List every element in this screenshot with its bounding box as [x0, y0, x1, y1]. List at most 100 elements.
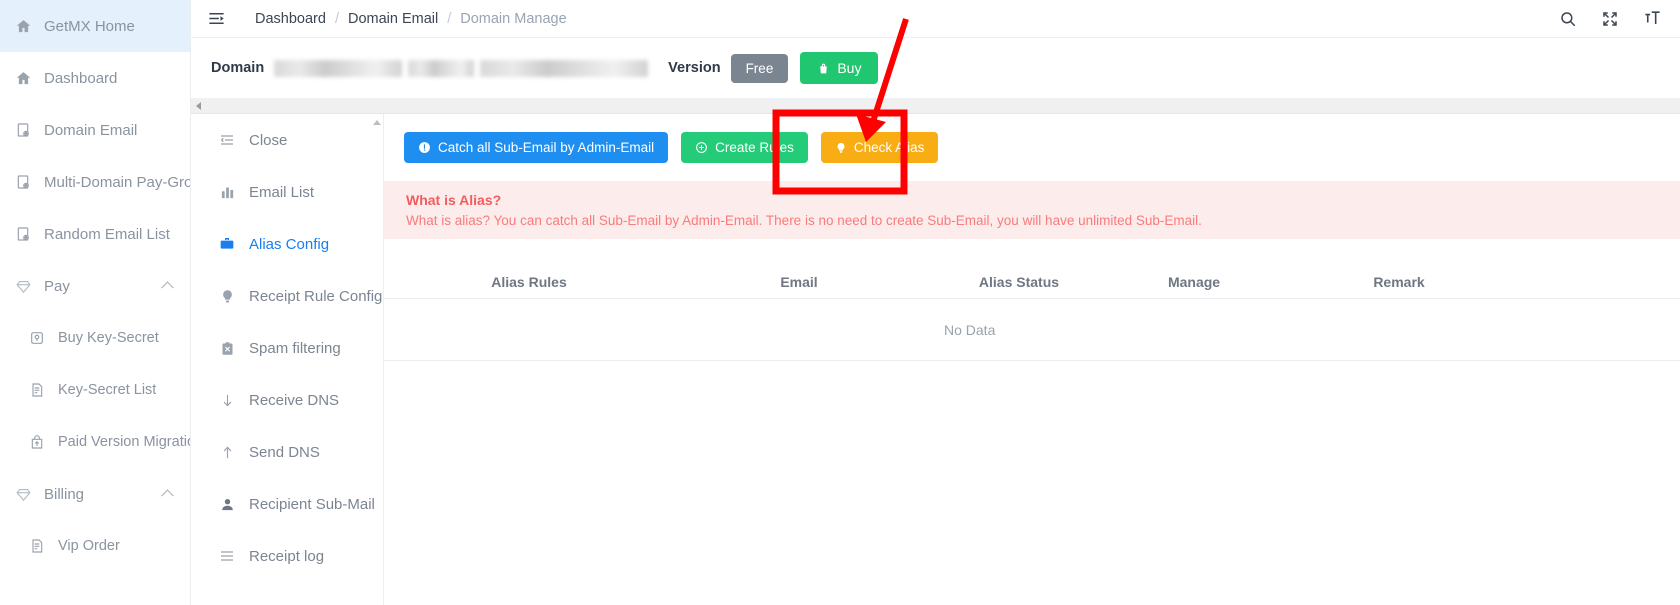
menu-item-label: Close: [249, 131, 288, 149]
alias-table: Alias Rules Email Alias Status Manage Re…: [384, 265, 1680, 361]
menu-item-label: Alias Config: [249, 235, 330, 253]
close-list-icon: [217, 132, 237, 148]
menu-item-label: Receive DNS: [249, 391, 340, 409]
menu-item-recipient-sub-mail[interactable]: Recipient Sub-Mail: [191, 478, 383, 530]
catch-all-sub-email-label: Catch all Sub-Email by Admin-Email: [438, 140, 655, 155]
key-box-icon: [26, 327, 48, 349]
list-lines-icon: [217, 548, 237, 564]
sidebar-item-vip-order[interactable]: Vip Order: [0, 520, 190, 572]
sidebar-item-label: Random Email List: [44, 225, 170, 243]
column-header-email: Email: [780, 273, 818, 290]
catch-all-sub-email-button[interactable]: Catch all Sub-Email by Admin-Email: [404, 132, 669, 163]
column-header-alias-status: Alias Status: [978, 273, 1060, 290]
home-icon: [12, 15, 34, 37]
exclamation-circle-icon: [418, 141, 431, 154]
diamond-icon: [12, 275, 34, 297]
sidebar-item-label: Pay: [44, 277, 70, 295]
secondary-menu-scrollbar[interactable]: [373, 120, 381, 605]
sidebar-item-label: Key-Secret List: [58, 382, 157, 398]
sidebar-group-pay[interactable]: Pay: [0, 260, 190, 312]
primary-sidebar: GetMX Home Dashboard Domain Email Multi-…: [0, 0, 191, 605]
create-rules-button[interactable]: Create Rules: [681, 132, 808, 163]
menu-item-label: Spam filtering: [249, 339, 341, 357]
hamburger-collapse-icon[interactable]: [205, 8, 227, 30]
right-pane: Dashboard / Domain Email / Domain Manage: [191, 0, 1680, 605]
domain-value-redacted: [480, 59, 649, 77]
column-header-alias-rules: Alias Rules: [491, 273, 567, 290]
font-size-icon[interactable]: [1642, 9, 1662, 29]
sidebar-item-label: GetMX Home: [44, 17, 135, 35]
menu-item-email-list[interactable]: Email List: [191, 166, 383, 218]
menu-item-spam-filtering[interactable]: Spam filtering: [191, 322, 383, 374]
collapse-left-icon[interactable]: [196, 102, 201, 110]
chevron-up-icon: [161, 489, 174, 503]
domain-value-redacted: [274, 59, 403, 77]
breadcrumb-separator: /: [447, 10, 452, 27]
sidebar-item-label: Multi-Domain Pay-Group: [44, 173, 190, 191]
menu-item-receipt-log[interactable]: Receipt log: [191, 530, 383, 582]
diamond-icon: [12, 483, 34, 505]
menu-item-send-dns[interactable]: Send DNS: [191, 426, 383, 478]
menu-item-label: Recipient Sub-Mail: [249, 495, 375, 513]
domain-value-redacted: [408, 59, 475, 77]
domain-label: Domain: [211, 60, 265, 76]
chevron-up-icon: [161, 281, 174, 295]
user-icon: [217, 497, 237, 512]
sidebar-item-label: Dashboard: [44, 69, 118, 87]
home-icon: [12, 67, 34, 89]
create-rules-label: Create Rules: [715, 140, 794, 155]
sidebar-item-label: Buy Key-Secret: [58, 330, 159, 346]
sidebar-item-multi-domain-pay-group[interactable]: Multi-Domain Pay-Group: [0, 156, 190, 208]
bulb-icon: [835, 142, 847, 154]
sidebar-item-domain-email[interactable]: Domain Email: [0, 104, 190, 156]
check-alias-button[interactable]: Check Alias: [820, 132, 939, 163]
upload-bag-icon: [26, 431, 48, 453]
sidebar-item-buy-key-secret[interactable]: Buy Key-Secret: [0, 312, 190, 364]
check-alias-label: Check Alias: [853, 140, 925, 155]
domain-info-bar: Domain Version Free Buy: [191, 38, 1680, 99]
fullscreen-icon[interactable]: [1600, 9, 1620, 29]
menu-item-close[interactable]: Close: [191, 114, 383, 166]
menu-item-alias-config[interactable]: Alias Config: [191, 218, 383, 270]
list-doc-icon: [26, 535, 48, 557]
alias-info-alert: What is Alias? What is alias? You can ca…: [384, 181, 1680, 239]
globe-doc-icon: [12, 223, 34, 245]
free-version-badge: Free: [730, 53, 789, 83]
sidebar-item-key-secret-list[interactable]: Key-Secret List: [0, 364, 190, 416]
breadcrumb: Dashboard / Domain Email / Domain Manage: [255, 11, 567, 27]
globe-doc-icon: [12, 171, 34, 193]
secondary-menu: Close Email List Alias Config Receipt Ru…: [191, 114, 384, 605]
buy-button[interactable]: Buy: [800, 52, 879, 84]
menu-item-label: Receipt Rule Config: [249, 287, 383, 305]
breadcrumb-item-domain-email[interactable]: Domain Email: [348, 11, 438, 27]
briefcase-icon: [217, 236, 237, 252]
bar-chart-icon: [217, 185, 237, 200]
alert-title: What is Alias?: [406, 192, 502, 208]
sidebar-item-label: Billing: [44, 485, 85, 503]
sidebar-item-paid-version-migration[interactable]: Paid Version Migration: [0, 416, 190, 468]
table-empty-state: No Data: [384, 299, 1680, 361]
sidebar-item-dashboard[interactable]: Dashboard: [0, 52, 190, 104]
menu-item-label: Send DNS: [249, 443, 320, 461]
panel-collapse-strip[interactable]: [191, 99, 1680, 114]
list-doc-icon: [26, 379, 48, 401]
shopping-bag-icon: [817, 62, 830, 75]
top-header: Dashboard / Domain Email / Domain Manage: [191, 0, 1680, 38]
bulb-icon: [217, 289, 237, 304]
breadcrumb-item-dashboard[interactable]: Dashboard: [255, 11, 326, 27]
menu-item-receipt-rule-config[interactable]: Receipt Rule Config: [191, 270, 383, 322]
menu-item-receive-dns[interactable]: Receive DNS: [191, 374, 383, 426]
table-header-row: Alias Rules Email Alias Status Manage Re…: [384, 265, 1680, 299]
sidebar-item-getmx-home[interactable]: GetMX Home: [0, 0, 190, 52]
plus-circle-icon: [695, 141, 708, 154]
menu-item-label: Receipt log: [249, 547, 325, 565]
app-root: GetMX Home Dashboard Domain Email Multi-…: [0, 0, 1680, 605]
globe-doc-icon: [12, 119, 34, 141]
scroll-up-arrow-icon[interactable]: [373, 120, 381, 125]
sidebar-group-billing[interactable]: Billing: [0, 468, 190, 520]
column-header-manage: Manage: [1167, 273, 1221, 290]
main-content: Catch all Sub-Email by Admin-Email Creat…: [384, 114, 1680, 605]
sidebar-item-random-email-list[interactable]: Random Email List: [0, 208, 190, 260]
arrow-down-icon: [217, 393, 237, 408]
search-icon[interactable]: [1558, 9, 1578, 29]
